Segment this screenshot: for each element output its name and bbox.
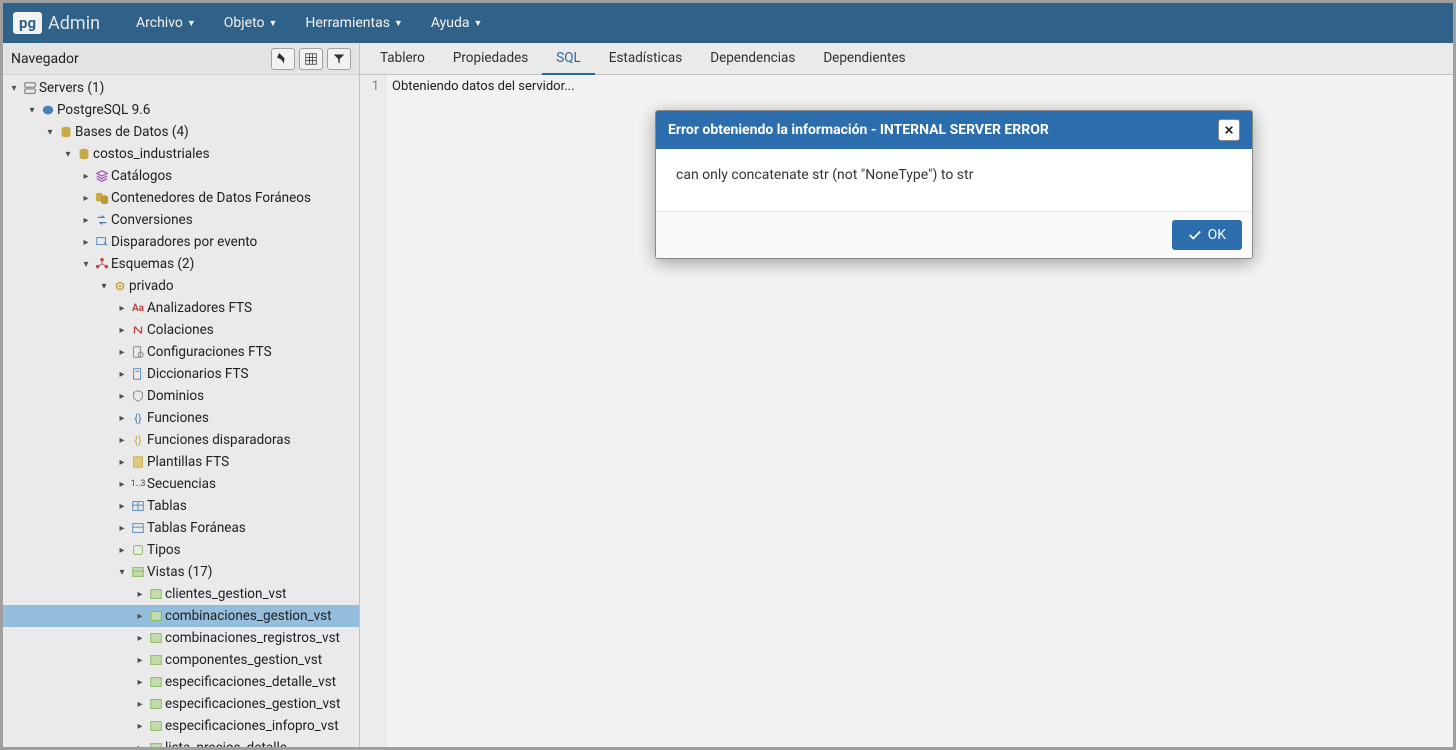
dialog-message: can only concatenate str (not "NoneType"… <box>656 149 1252 212</box>
dialog-header: Error obteniendo la información - INTERN… <box>656 111 1252 149</box>
check-icon <box>1188 228 1202 242</box>
ok-label: OK <box>1208 227 1226 243</box>
error-dialog: Error obteniendo la información - INTERN… <box>655 110 1253 259</box>
dialog-footer: OK <box>656 212 1252 258</box>
dialog-title: Error obteniendo la información - INTERN… <box>668 122 1049 138</box>
close-icon <box>1224 125 1234 135</box>
dialog-close-button[interactable] <box>1218 119 1240 141</box>
dialog-ok-button[interactable]: OK <box>1172 220 1242 250</box>
